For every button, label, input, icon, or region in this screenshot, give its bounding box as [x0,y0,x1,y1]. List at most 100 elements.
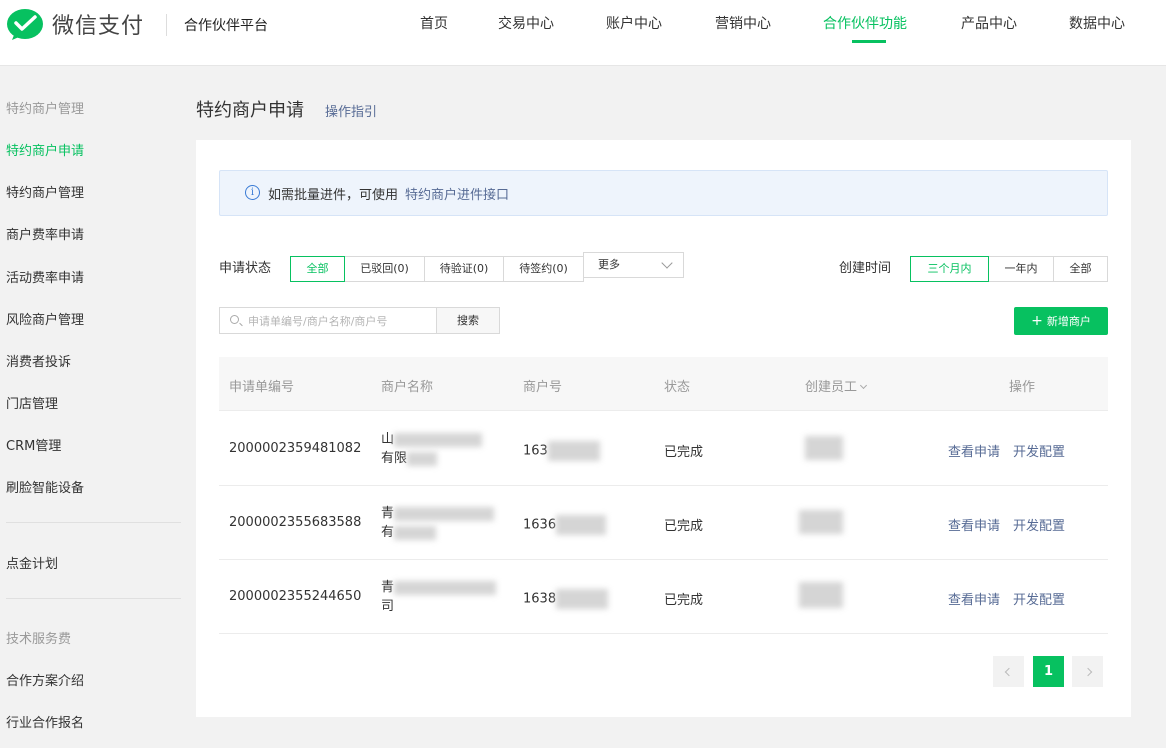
status-pending-sign-button[interactable]: 待签约(0) [504,256,584,282]
search-icon [230,315,239,324]
dev-config-link[interactable]: 开发配置 [1013,441,1065,460]
notice-text: 如需批量进件，可使用 [268,188,399,203]
col-header-status: 状态 [664,380,691,395]
col-header-actions: 操作 [1009,380,1036,395]
view-application-link[interactable]: 查看申请 [948,589,1000,608]
application-id: 2000002355244650 [229,589,362,604]
sidebar-group-merchant-management: 特约商户管理 [6,102,85,117]
view-application-link[interactable]: 查看申请 [948,441,1000,460]
col-header-merchant-id: 商户号 [523,380,563,395]
wechat-logo-icon [7,9,43,40]
dev-config-link[interactable]: 开发配置 [1013,589,1065,608]
redacted-creator [799,582,843,608]
sidebar-item-face-devices[interactable]: 刷脸智能设备 [6,477,84,496]
more-status-label: 更多 [598,258,620,271]
time-all-button[interactable]: 全部 [1054,256,1108,282]
time-one-year-button[interactable]: 一年内 [989,256,1054,282]
logo-text: 微信支付 [52,14,145,39]
sidebar-item-cooperation-plans[interactable]: 合作方案介绍 [6,670,84,689]
nav-account-center[interactable]: 账户中心 [606,13,662,33]
application-id: 2000002355683588 [229,515,362,530]
col-header-application-id: 申请单编号 [229,380,295,395]
merchant-name-line2: 有 [381,525,395,540]
nav-product-center[interactable]: 产品中心 [961,13,1017,33]
page-title: 特约商户申请 [196,100,304,121]
view-application-link[interactable]: 查看申请 [948,515,1000,534]
sidebar-divider [6,522,181,523]
redacted-block [547,441,600,461]
redacted-block [394,506,495,521]
sidebar-group-tech-fee: 技术服务费 [6,632,72,647]
time-three-months-button[interactable]: 三个月内 [910,256,989,282]
prev-page-button[interactable] [993,656,1024,687]
col-header-creator[interactable]: 创建员工 [805,376,868,395]
table-header: 申请单编号 商户名称 商户号 状态 创建员工 操作 [219,357,1108,411]
table-row: 2000002355244650 青 司 1638 已完成 查看申请 开发配置 [219,560,1108,634]
sidebar-item-crm[interactable]: CRM管理 [6,435,61,454]
application-id: 2000002359481082 [229,441,362,456]
redacted-creator [805,436,843,460]
redacted-block [394,432,483,447]
nav-active-indicator [852,40,886,43]
merchant-id: 1638 [523,589,609,609]
more-status-dropdown[interactable]: 更多 [583,252,684,278]
nav-home[interactable]: 首页 [420,13,448,33]
table-row: 2000002355683588 青 有 1636 已完成 查看申请 开发配置 [219,486,1108,560]
info-icon: i [245,185,260,200]
status-pending-verify-button[interactable]: 待验证(0) [425,256,504,282]
merchant-name-line1: 青 [381,506,395,521]
sidebar-item-activity-rate[interactable]: 活动费率申请 [6,267,84,286]
merchant-id: 1636 [523,515,607,535]
table-row: 2000002359481082 山 有限 163 已完成 查看申请 开发配置 [219,412,1108,486]
col-header-merchant-name: 商户名称 [381,380,434,395]
search-button[interactable]: 搜索 [436,307,500,334]
nav-marketing-center[interactable]: 营销中心 [715,13,771,33]
redacted-block [556,515,607,535]
chevron-down-icon [661,257,673,269]
nav-trade-center[interactable]: 交易中心 [498,13,554,33]
merchant-id-prefix: 1638 [523,591,557,607]
sidebar-item-risk-merchants[interactable]: 风险商户管理 [6,309,84,328]
redacted-block [556,589,609,609]
sidebar-item-merchant-application[interactable]: 特约商户申请 [6,140,84,159]
merchant-name-line1: 山 [381,432,395,447]
status-text: 已完成 [664,593,704,608]
nav-data-center[interactable]: 数据中心 [1069,13,1125,33]
status-all-button[interactable]: 全部 [290,256,345,282]
logo-divider [166,14,167,36]
dev-config-link[interactable]: 开发配置 [1013,515,1065,534]
time-filter-label: 创建时间 [839,261,892,276]
redacted-block [394,525,437,540]
wechat-pay-logo[interactable]: 微信支付 [6,7,144,41]
status-text: 已完成 [664,445,704,460]
sidebar-item-industry-signup[interactable]: 行业合作报名 [6,712,84,731]
nav-partner-functions[interactable]: 合作伙伴功能 [823,13,907,33]
plus-icon: + [1031,313,1043,329]
redacted-block [394,580,497,595]
redacted-creator [799,510,843,534]
main-panel: i 如需批量进件，可使用 特约商户进件接口 申请状态 全部 已驳回(0) 待验证… [196,140,1131,717]
status-filter-label: 申请状态 [219,261,272,276]
sidebar-item-store-management[interactable]: 门店管理 [6,393,58,412]
merchant-name-line2: 司 [381,599,395,614]
merchant-id: 163 [523,441,600,461]
search-input[interactable] [248,312,428,330]
sidebar-item-gold-plan[interactable]: 点金计划 [6,553,58,572]
chevron-right-icon [1083,667,1092,677]
merchant-api-link[interactable]: 特约商户进件接口 [405,184,509,203]
sidebar-item-rate-application[interactable]: 商户费率申请 [6,224,84,243]
add-merchant-label: 新增商户 [1046,315,1091,328]
status-rejected-button[interactable]: 已驳回(0) [345,256,425,282]
sidebar-divider [6,598,181,599]
sidebar-item-consumer-complaints[interactable]: 消费者投诉 [6,351,71,370]
merchant-id-prefix: 1636 [523,517,557,533]
operation-guide-link[interactable]: 操作指引 [325,101,377,120]
merchant-name: 青 司 [381,578,501,616]
next-page-button[interactable] [1072,656,1103,687]
add-merchant-button[interactable]: + 新增商户 [1014,307,1108,335]
merchant-name: 山 有限 [381,430,501,468]
info-notice: i 如需批量进件，可使用 特约商户进件接口 [219,170,1108,216]
sidebar-item-merchant-management[interactable]: 特约商户管理 [6,182,84,201]
page-number-current[interactable]: 1 [1033,656,1064,687]
sort-chevron-icon [859,381,868,390]
